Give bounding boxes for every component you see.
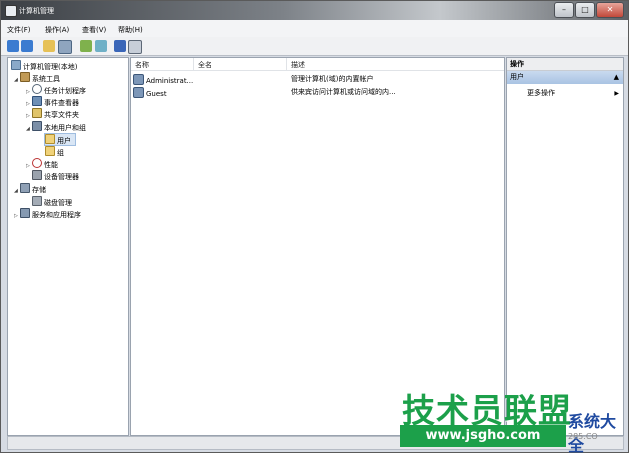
column-header-fullname[interactable]: 全名 (198, 60, 212, 70)
header-divider (131, 70, 504, 71)
tree-item-services-apps[interactable]: ▷ 服务和应用程序 (14, 208, 81, 219)
maximize-button[interactable]: □ (575, 2, 595, 18)
forward-icon[interactable] (21, 40, 33, 52)
column-header-description[interactable]: 描述 (291, 60, 305, 70)
watermark-url: www.jsgho.com (400, 425, 566, 447)
submenu-arrow-icon: ▶ (614, 90, 619, 97)
tree-item-groups[interactable]: 组 (45, 146, 64, 157)
task-scheduler-icon (32, 84, 42, 94)
tree-item-task-scheduler[interactable]: ▷ 任务计划程序 (26, 84, 86, 95)
watermark-tail-text: 285.CO (568, 432, 598, 441)
menu-view[interactable]: 查看(V) (82, 25, 106, 35)
actions-pane: 操作 用户 ▲ 更多操作 ▶ (506, 57, 624, 436)
tree-item-storage[interactable]: ◢ 存储 (14, 183, 46, 194)
table-row[interactable]: Guest 供来宾访问计算机或访问域的内... (133, 87, 502, 98)
tree-item-disk-management[interactable]: 磁盘管理 (32, 196, 72, 207)
menu-help[interactable]: 帮助(H) (118, 25, 143, 35)
tree-item-event-viewer[interactable]: ▷ 事件查看器 (26, 96, 79, 107)
window-controls: – □ ✕ (553, 2, 624, 18)
computer-management-icon (11, 60, 21, 70)
more-actions-item[interactable]: 更多操作 ▶ (527, 88, 623, 99)
refresh-icon[interactable] (80, 40, 92, 52)
minimize-button[interactable]: – (554, 2, 574, 18)
export-icon[interactable] (95, 40, 107, 52)
actions-title: 操作 (507, 58, 623, 71)
shared-folders-icon (32, 108, 42, 118)
tree-item-local-users-groups[interactable]: ◢ 本地用户和组 (26, 121, 86, 132)
services-icon (20, 208, 30, 218)
folder-icon (45, 134, 55, 144)
up-icon[interactable] (43, 40, 55, 52)
disk-icon (32, 196, 42, 206)
show-hide-tree-icon[interactable] (58, 40, 72, 54)
menu-file[interactable]: 文件(F) (7, 25, 31, 35)
user-list-pane: 名称 全名 描述 Administrat... 管理计算机(域)的内置帐户 Gu… (130, 57, 505, 436)
local-users-icon (32, 121, 42, 131)
help-icon[interactable] (114, 40, 126, 52)
row-description: 管理计算机(域)的内置帐户 (291, 75, 374, 83)
user-icon (133, 87, 144, 98)
row-name: Guest (146, 90, 167, 98)
menu-bar: 文件(F) 操作(A) 查看(V) 帮助(H) (1, 20, 628, 38)
column-divider[interactable] (286, 58, 287, 70)
close-button[interactable]: ✕ (596, 2, 624, 18)
tree-item-performance[interactable]: ▷ 性能 (26, 158, 58, 169)
back-icon[interactable] (7, 40, 19, 52)
properties-icon[interactable] (128, 40, 142, 54)
menu-action[interactable]: 操作(A) (45, 25, 69, 35)
window-title: 计算机管理 (19, 7, 54, 15)
tree-item-device-manager[interactable]: 设备管理器 (32, 170, 79, 181)
tools-icon (20, 72, 30, 82)
event-viewer-icon (32, 96, 42, 106)
storage-icon (20, 183, 30, 193)
watermark-logo: 技术员联盟 www.jsgho.com 系统大全 285.CO (400, 382, 629, 455)
collapse-arrow-icon[interactable]: ▲ (614, 71, 619, 84)
device-manager-icon (32, 170, 42, 180)
tree-item-root[interactable]: 计算机管理(本地) (11, 60, 77, 71)
row-name: Administrat... (146, 77, 194, 85)
folder-icon (45, 146, 55, 156)
tree-item-system-tools[interactable]: ◢ 系统工具 (14, 72, 60, 83)
table-row[interactable]: Administrat... 管理计算机(域)的内置帐户 (133, 74, 502, 85)
title-bar[interactable]: 计算机管理 – □ ✕ (1, 1, 628, 20)
column-divider[interactable] (193, 58, 194, 70)
column-header-name[interactable]: 名称 (135, 60, 149, 70)
toolbar (1, 37, 628, 56)
tree-item-shared-folders[interactable]: ▷ 共享文件夹 (26, 108, 79, 119)
app-icon (5, 5, 17, 17)
row-description: 供来宾访问计算机或访问域的内... (291, 88, 396, 96)
user-icon (133, 74, 144, 85)
console-tree: 计算机管理(本地) ◢ 系统工具 ▷ 任务计划程序 ▷ 事件查看器 ▷ 共享文件夹 ◢ 本… (7, 57, 129, 436)
tree-item-users[interactable]: 用户 (44, 133, 76, 146)
performance-icon (32, 158, 42, 168)
actions-section-users[interactable]: 用户 ▲ (507, 71, 623, 84)
